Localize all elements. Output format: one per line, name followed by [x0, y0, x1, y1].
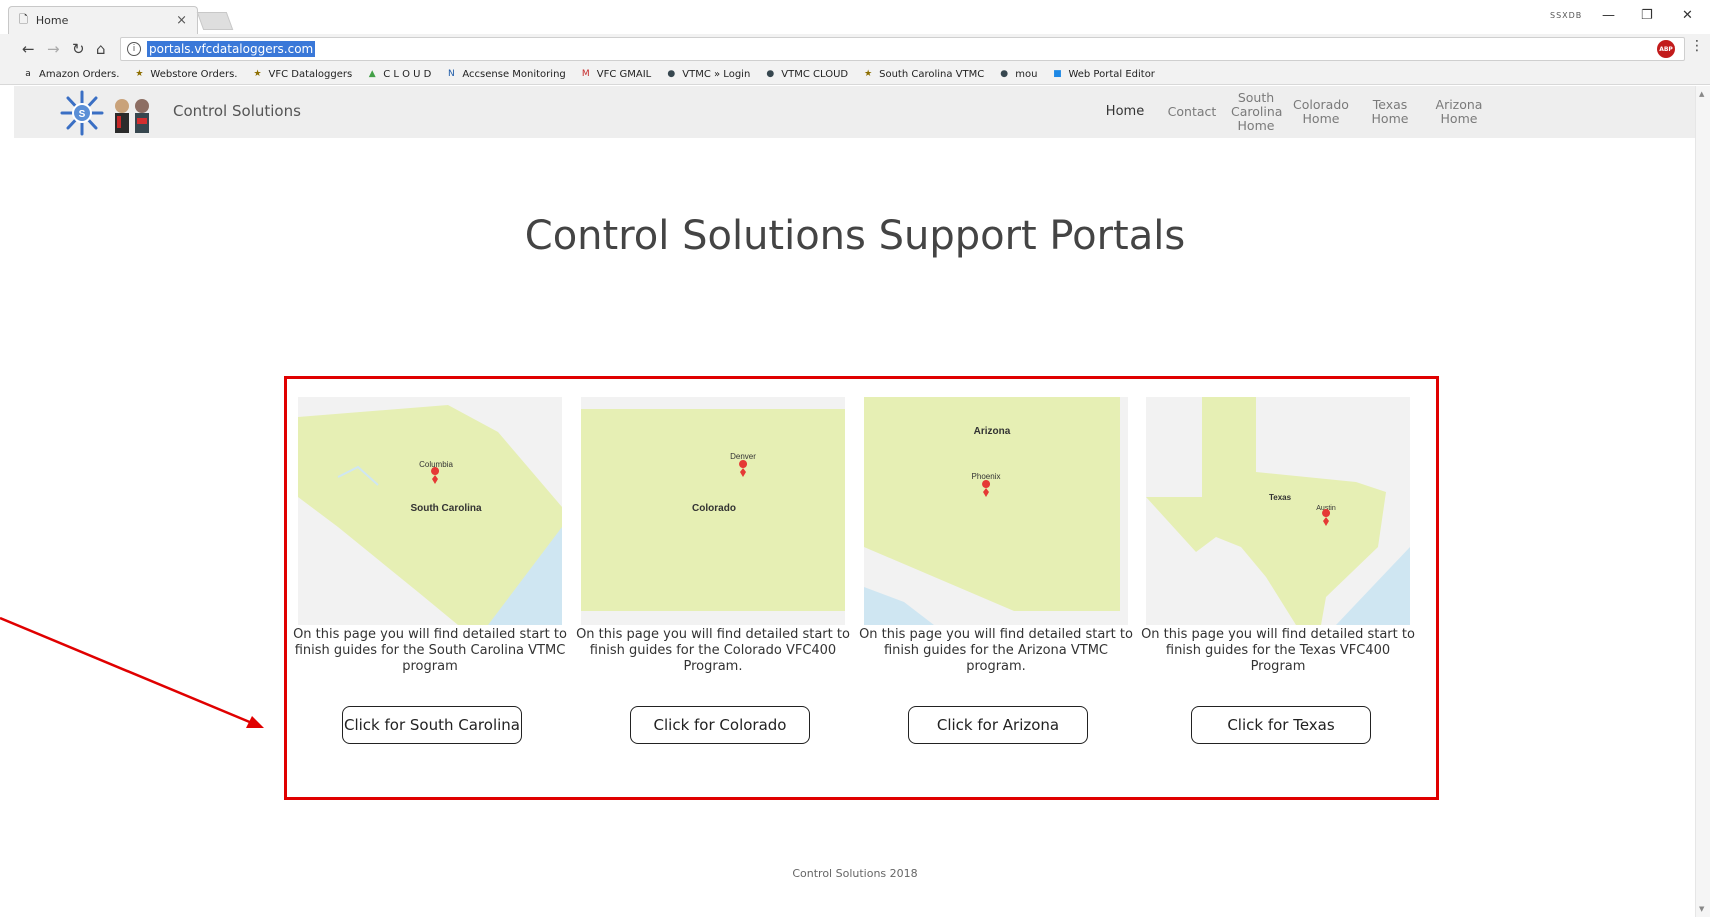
bookmark-favicon-icon: ●: [766, 69, 775, 79]
bookmark-item[interactable]: ● VTMC CLOUD: [764, 68, 848, 80]
adblock-icon[interactable]: ABP: [1657, 40, 1675, 58]
bookmark-item[interactable]: ▲ C L O U D: [366, 68, 432, 80]
close-window-icon[interactable]: ✕: [1682, 8, 1693, 23]
annotation-arrow-line: [0, 616, 264, 728]
nav-contact[interactable]: Contact: [1158, 86, 1226, 138]
nav-home[interactable]: Home: [1092, 86, 1158, 138]
nav-south-carolina-home[interactable]: South Carolina Home: [1226, 86, 1286, 138]
nav-home-label: Home: [1105, 104, 1145, 119]
bookmark-label: VTMC » Login: [682, 68, 751, 80]
south-carolina-map[interactable]: Columbia South Carolina: [298, 397, 562, 625]
bookmark-favicon-icon: ■: [1053, 69, 1062, 79]
map-state-label: Colorado: [692, 503, 736, 514]
map-city-label: Phoenix: [972, 472, 1001, 481]
bookmark-favicon-icon: M: [581, 69, 590, 79]
card-description: On this page you will find detailed star…: [576, 627, 850, 674]
scrollbar[interactable]: ▲ ▼: [1695, 86, 1710, 917]
minimize-icon[interactable]: —: [1602, 8, 1615, 23]
bookmark-favicon-icon: ▲: [368, 69, 376, 79]
arizona-map[interactable]: Arizona Phoenix: [864, 397, 1128, 625]
map-state-label: Arizona: [974, 426, 1011, 437]
bookmark-item[interactable]: ■ Web Portal Editor: [1051, 68, 1155, 80]
texas-button[interactable]: Click for Texas: [1191, 706, 1371, 744]
card-description: On this page you will find detailed star…: [1141, 627, 1415, 674]
bookmark-label: South Carolina VTMC: [879, 68, 985, 80]
bookmark-item[interactable]: M VFC GMAIL: [580, 68, 652, 80]
scroll-up-icon[interactable]: ▲: [1699, 90, 1704, 98]
bookmark-favicon-icon: ●: [1000, 69, 1009, 79]
nav-arizona-home[interactable]: Arizona Home: [1424, 86, 1494, 138]
nav-colorado-home[interactable]: Colorado Home: [1286, 86, 1356, 138]
colorado-button[interactable]: Click for Colorado: [630, 706, 810, 744]
nav-sc-label: South Carolina Home: [1231, 90, 1283, 133]
nav-co-label: Colorado Home: [1293, 97, 1349, 126]
bookmark-favicon-icon: N: [448, 69, 455, 79]
nav-contact-label: Contact: [1167, 104, 1217, 119]
bookmark-favicon-icon: ★: [864, 69, 873, 79]
south-carolina-button[interactable]: Click for South Carolina: [342, 706, 522, 744]
nav-texas-home[interactable]: Texas Home: [1356, 86, 1424, 138]
address-bar[interactable]: i portals.vfcdataloggers.com ☆: [120, 37, 1685, 61]
card-description: On this page you will find detailed star…: [859, 627, 1133, 674]
bookmark-label: Accsense Monitoring: [462, 68, 566, 80]
menu-kebab-icon[interactable]: ⋮: [1690, 38, 1704, 54]
bookmark-item[interactable]: ● VTMC » Login: [665, 68, 750, 80]
bookmark-label: Web Portal Editor: [1068, 68, 1155, 80]
nav-az-label: Arizona Home: [1435, 97, 1483, 126]
texas-map[interactable]: Texas Austin: [1146, 397, 1410, 625]
footer-copyright: Control Solutions 2018: [792, 867, 918, 880]
bookmark-label: C L O U D: [383, 68, 432, 80]
restore-icon[interactable]: ❐: [1641, 8, 1653, 23]
bookmark-item[interactable]: ● mou: [998, 68, 1037, 80]
bookmark-item[interactable]: N Accsense Monitoring: [445, 68, 566, 80]
bookmark-favicon-icon: ●: [667, 69, 676, 79]
map-state-label: Texas: [1269, 493, 1292, 502]
map-city-label: Denver: [730, 452, 756, 461]
bookmark-label: mou: [1015, 68, 1038, 80]
profile-badge[interactable]: SSXDB: [1550, 11, 1582, 20]
nav-tx-label: Texas Home: [1371, 97, 1409, 126]
bookmark-label: VTMC CLOUD: [781, 68, 849, 80]
colorado-map[interactable]: Denver Colorado: [581, 397, 845, 625]
map-state-label: South Carolina: [410, 503, 482, 514]
bookmark-item[interactable]: ★ South Carolina VTMC: [862, 68, 984, 80]
card-description: On this page you will find detailed star…: [293, 627, 567, 674]
arizona-button[interactable]: Click for Arizona: [908, 706, 1088, 744]
scroll-down-icon[interactable]: ▼: [1699, 905, 1704, 913]
bookmark-label: VFC GMAIL: [596, 68, 652, 80]
